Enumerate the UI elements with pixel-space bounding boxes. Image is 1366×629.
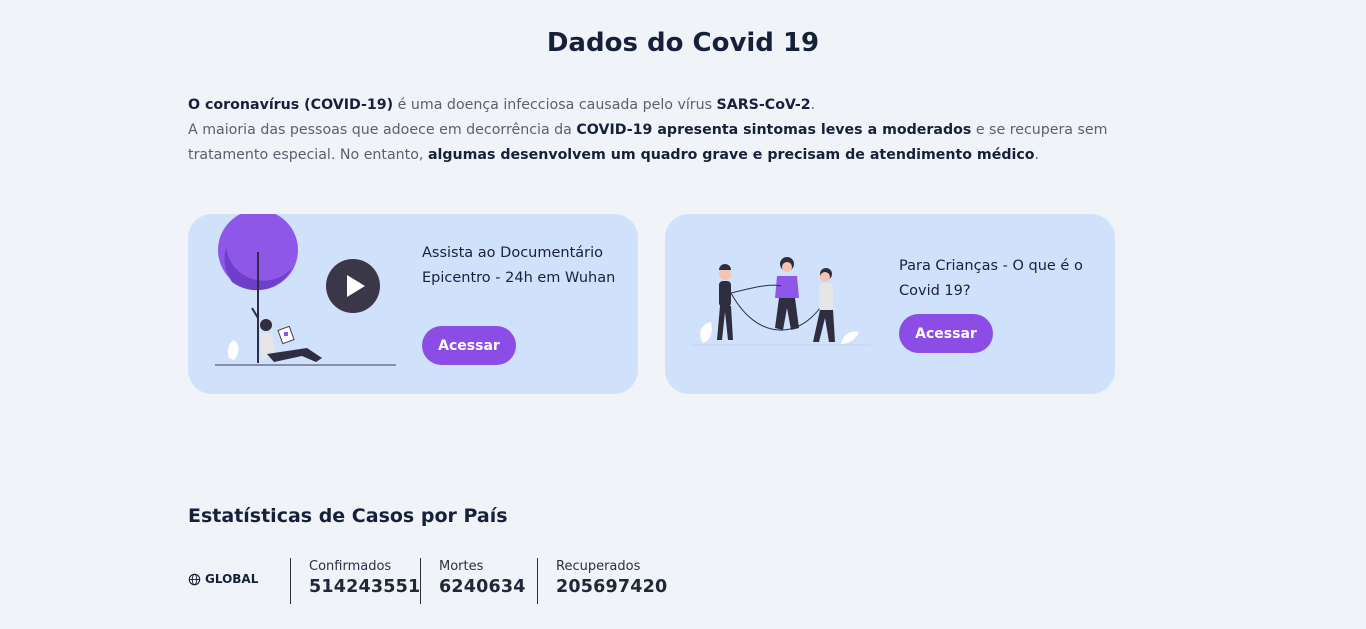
scope-selector[interactable]: GLOBAL [188,572,258,586]
intro-span: A maioria das pessoas que adoece em deco… [188,122,577,138]
intro-bold: SARS-CoV-2 [716,97,811,113]
stat-value: 6240634 [439,577,526,597]
intro-span: . [810,97,816,113]
stat-label: Confirmados [309,559,392,574]
stats-title: Estatísticas de Casos por País [188,505,508,527]
stat-recovered: Recuperados 205697420 [537,558,667,604]
card-description: Assista ao Documentário Epicentro - 24h … [422,245,616,286]
kids-card: Para Crianças - O que é o Covid 19? Aces… [665,214,1115,394]
play-icon[interactable] [326,259,380,313]
children-jumping-rope-illustration [691,257,871,346]
access-documentary-button[interactable]: Acessar [422,326,516,365]
access-kids-button[interactable]: Acessar [899,314,993,353]
intro-span: é uma doença infecciosa causada pelo vír… [393,97,717,113]
stat-value: 514243551 [309,577,421,597]
intro-text: O coronavírus (COVID-19) é uma doença in… [188,93,1118,168]
globe-icon [188,573,201,585]
intro-bold: COVID-19 apresenta sintomas leves a mode… [576,122,972,138]
intro-span: . [1034,147,1040,163]
intro-bold: algumas desenvolvem um quadro grave e pr… [427,147,1035,163]
stat-label: Mortes [439,559,484,574]
stat-confirmed: Confirmados 514243551 [290,558,420,604]
stat-value: 205697420 [556,577,668,597]
documentary-card: Assista ao Documentário Epicentro - 24h … [188,214,638,394]
stat-label: Recuperados [556,559,641,574]
page-title: Dados do Covid 19 [546,28,820,58]
stat-deaths: Mortes 6240634 [420,558,526,604]
intro-bold: O coronavírus (COVID-19) [188,97,394,113]
card-description: Para Crianças - O que é o Covid 19? [899,258,1083,299]
intro-paragraph-1: O coronavírus (COVID-19) é uma doença in… [188,93,1118,118]
intro-paragraph-2: A maioria das pessoas que adoece em deco… [188,118,1118,168]
scope-label: GLOBAL [205,572,259,586]
